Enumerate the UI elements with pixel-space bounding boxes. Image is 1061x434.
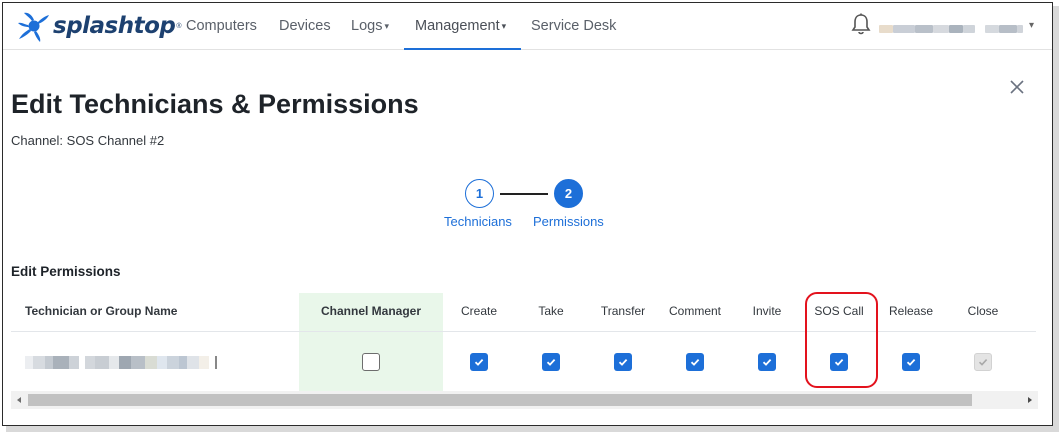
bell-icon[interactable] [851, 13, 871, 35]
column-header-name: Technician or Group Name [25, 304, 178, 318]
checkmark-icon [474, 358, 484, 366]
chevron-down-icon: ▾ [384, 21, 389, 31]
nav-management[interactable]: Management ▾ [404, 3, 521, 50]
take-checkbox[interactable] [542, 353, 560, 371]
horizontal-scrollbar[interactable] [11, 391, 1038, 409]
nav-service-desk-label: Service Desk [531, 18, 617, 34]
stepper-connector [500, 193, 548, 195]
technician-name [25, 355, 217, 369]
channel-manager-checkbox[interactable] [362, 353, 380, 371]
channel-label: Channel: SOS Channel #2 [11, 133, 165, 148]
comment-checkbox[interactable] [686, 353, 704, 371]
window-shadow-right [1053, 6, 1059, 430]
chevron-down-icon: ▾ [501, 21, 507, 31]
nav-service-desk[interactable]: Service Desk [531, 3, 616, 50]
checkmark-icon [762, 358, 772, 366]
column-header-close: Close [967, 304, 999, 318]
column-header-transfer: Transfer [600, 304, 646, 318]
nav-logs[interactable]: Logs ▾ [351, 3, 389, 50]
column-header-take: Take [538, 304, 564, 318]
header-divider [11, 331, 1036, 332]
top-navbar: splashtop ® Computers Devices Logs ▾ Mana… [3, 3, 1052, 50]
nav-computers-label: Computers [186, 18, 257, 34]
column-header-comment: Comment [668, 304, 721, 318]
checkmark-icon [546, 358, 556, 366]
scroll-left-arrow-icon[interactable] [14, 395, 24, 405]
checkmark-icon [978, 359, 988, 366]
scroll-right-arrow-icon[interactable] [1025, 395, 1035, 405]
window-shadow-bottom [6, 426, 1059, 432]
step-technicians-label[interactable]: Technicians [444, 214, 512, 229]
transfer-checkbox[interactable] [614, 353, 632, 371]
nav-devices[interactable]: Devices [279, 3, 331, 50]
step-permissions-label: Permissions [533, 214, 604, 229]
sos-call-highlight [805, 292, 878, 388]
app-window: splashtop ® Computers Devices Logs ▾ Mana… [2, 2, 1053, 426]
column-header-invite: Invite [752, 304, 782, 318]
close-checkbox [974, 353, 992, 371]
column-header-channel-manager: Channel Manager [320, 304, 422, 318]
splashtop-logo-icon [18, 12, 49, 42]
nav-devices-label: Devices [279, 18, 331, 34]
page-title: Edit Technicians & Permissions [11, 89, 419, 119]
invite-checkbox[interactable] [758, 353, 776, 371]
logo-registered-mark: ® [176, 22, 182, 30]
checkmark-icon [690, 358, 700, 366]
step-permissions: 2 [554, 179, 583, 208]
checkmark-icon [618, 358, 628, 366]
nav-logs-label: Logs [351, 18, 383, 34]
scrollbar-thumb[interactable] [28, 394, 972, 406]
column-header-create: Create [460, 304, 498, 318]
nav-management-label: Management [415, 18, 500, 34]
column-header-release: Release [888, 304, 934, 318]
checkmark-icon [906, 358, 916, 366]
user-menu[interactable]: ▾ [879, 20, 1049, 35]
nav-computers[interactable]: Computers [186, 3, 257, 50]
section-title: Edit Permissions [11, 264, 121, 279]
release-checkbox[interactable] [902, 353, 920, 371]
create-checkbox[interactable] [470, 353, 488, 371]
splashtop-logo[interactable]: splashtop ® [17, 9, 182, 43]
close-icon[interactable] [1008, 78, 1026, 96]
chevron-down-icon: ▾ [1029, 20, 1035, 31]
logo-wordmark: splashtop [53, 13, 176, 39]
step-technicians[interactable]: 1 [465, 179, 494, 208]
